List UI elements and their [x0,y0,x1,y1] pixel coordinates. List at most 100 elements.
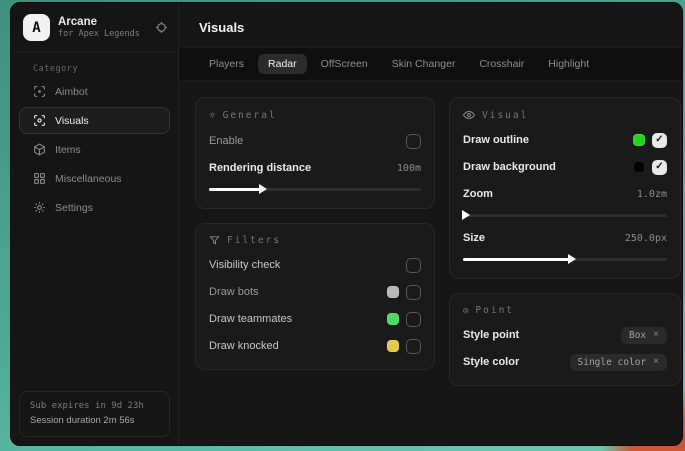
tab-highlight[interactable]: Highlight [538,54,599,74]
zoom-row: Zoom 1.0zm [463,184,667,204]
enable-row: Enable [209,131,421,151]
style-point-value: Box [629,330,646,341]
sidebar-item-label: Miscellaneous [55,173,122,185]
sidebar-item-items[interactable]: Items [19,136,170,163]
rendering-distance-slider[interactable] [209,183,421,195]
general-card-header: ☼ General [209,109,421,122]
style-point-select[interactable]: Box × [621,327,667,344]
draw-bots-color-swatch[interactable] [387,286,399,298]
draw-background-row: Draw background ✓ [463,157,667,177]
visibility-check-row: Visibility check [209,255,421,275]
enable-label: Enable [209,135,399,147]
category-label: Category [33,64,178,74]
card-title: General [223,110,277,121]
funnel-icon [209,235,220,246]
bullseye-icon: ◎ [463,306,468,316]
sidebar-item-label: Settings [55,202,93,214]
close-icon[interactable]: × [653,330,659,340]
scan-eye-icon [33,114,46,127]
filters-card-header: Filters [209,235,421,246]
enable-checkbox[interactable] [406,134,421,149]
zoom-label: Zoom [463,188,630,200]
draw-teammates-checkbox[interactable] [406,312,421,327]
draw-outline-color-swatch[interactable] [633,134,645,146]
rendering-distance-label: Rendering distance [209,162,390,174]
tab-offscreen[interactable]: OffScreen [311,54,378,74]
sidebar-nav: Aimbot Visuals Items Miscellaneous [11,78,178,221]
draw-outline-checkbox[interactable]: ✓ [652,133,667,148]
size-label: Size [463,232,618,244]
visual-card-header: Visual [463,109,667,121]
point-card: ◎ Point Style point Box × Style color S [449,293,681,386]
visibility-check-checkbox[interactable] [406,258,421,273]
visuals-tab-bar: Players Radar OffScreen Skin Changer Cro… [179,47,682,81]
visual-card: Visual Draw outline ✓ Draw background ✓ … [449,97,681,279]
sidebar-item-label: Items [55,144,81,156]
sun-icon: ☼ [209,109,216,122]
sub-expires-text: Sub expires in 9d 23h [30,400,159,414]
card-title: Filters [227,235,281,246]
draw-bots-checkbox[interactable] [406,285,421,300]
draw-knocked-row: Draw knocked [209,336,421,356]
sidebar: A Arcane for Apex Legends Category Aimbo… [11,3,179,445]
draw-bots-row: Draw bots [209,282,421,302]
page-title: Visuals [179,3,682,47]
app-subtitle: for Apex Legends [58,29,147,39]
style-color-select[interactable]: Single color × [570,354,667,371]
style-color-label: Style color [463,356,563,368]
app-window: A Arcane for Apex Legends Category Aimbo… [10,2,683,446]
tab-crosshair[interactable]: Crosshair [469,54,534,74]
style-color-value: Single color [578,357,647,368]
size-slider[interactable] [463,253,667,265]
draw-outline-row: Draw outline ✓ [463,130,667,150]
draw-knocked-label: Draw knocked [209,340,380,352]
tab-skin-changer[interactable]: Skin Changer [382,54,466,74]
draw-background-color-swatch[interactable] [633,161,645,173]
content-area: ☼ General Enable Rendering distance 100m [179,81,682,402]
sidebar-header: A Arcane for Apex Legends [11,3,178,52]
draw-background-label: Draw background [463,161,626,173]
tab-players[interactable]: Players [199,54,254,74]
draw-teammates-color-swatch[interactable] [387,313,399,325]
draw-teammates-label: Draw teammates [209,313,380,325]
filters-card: Filters Visibility check Draw bots Draw … [195,223,435,370]
draw-bots-label: Draw bots [209,286,380,298]
tab-radar[interactable]: Radar [258,54,307,74]
zoom-slider[interactable] [463,209,667,221]
sidebar-item-settings[interactable]: Settings [19,194,170,221]
slider-thumb[interactable] [259,184,267,194]
app-title-block: Arcane for Apex Legends [58,16,147,40]
card-title: Point [475,305,514,316]
main-panel: Visuals Players Radar OffScreen Skin Cha… [179,3,682,445]
eye-icon [463,109,475,121]
sidebar-item-label: Visuals [55,115,89,127]
style-point-row: Style point Box × [463,325,667,345]
size-value: 250.0px [625,233,667,244]
draw-background-checkbox[interactable]: ✓ [652,160,667,175]
draw-knocked-checkbox[interactable] [406,339,421,354]
cube-icon [33,143,46,156]
draw-knocked-color-swatch[interactable] [387,340,399,352]
app-logo: A [23,14,50,41]
close-icon[interactable]: × [653,357,659,367]
grid-icon [33,172,46,185]
sidebar-item-miscellaneous[interactable]: Miscellaneous [19,165,170,192]
draw-teammates-row: Draw teammates [209,309,421,329]
rendering-distance-value: 100m [397,163,421,174]
app-name: Arcane [58,16,147,30]
style-color-row: Style color Single color × [463,352,667,372]
draw-outline-label: Draw outline [463,134,626,146]
crosshair-icon[interactable] [155,21,168,34]
sidebar-item-visuals[interactable]: Visuals [19,107,170,134]
point-card-header: ◎ Point [463,305,667,316]
general-card: ☼ General Enable Rendering distance 100m [195,97,435,209]
zoom-value: 1.0zm [637,189,667,200]
slider-thumb[interactable] [568,254,576,264]
size-row: Size 250.0px [463,228,667,248]
subscription-status-box: Sub expires in 9d 23h Session duration 2… [19,391,170,437]
session-duration-text: Session duration 2m 56s [30,414,159,428]
slider-thumb[interactable] [462,210,470,220]
card-title: Visual [482,110,528,121]
sidebar-item-aimbot[interactable]: Aimbot [19,78,170,105]
rendering-distance-row: Rendering distance 100m [209,158,421,178]
